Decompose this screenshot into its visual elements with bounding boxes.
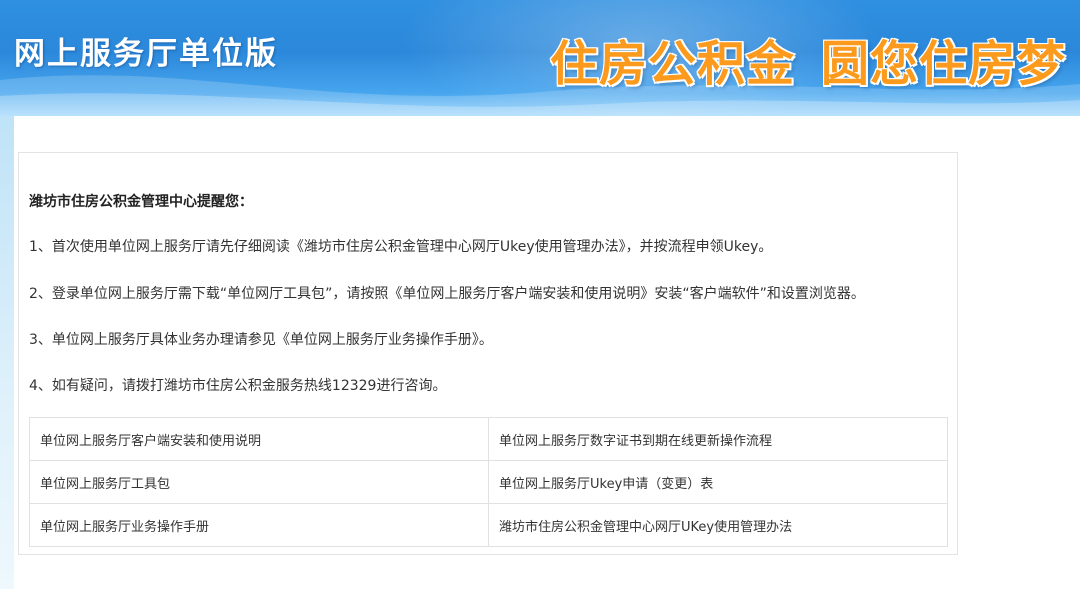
link-operation-manual[interactable]: 单位网上服务厅业务操作手册 xyxy=(40,520,209,535)
link-cell[interactable]: 单位网上服务厅业务操作手册 xyxy=(29,503,489,547)
notice-item-2: 2、登录单位网上服务厅需下载“单位网厅工具包”，请按照《单位网上服务厅客户端安装… xyxy=(29,286,865,302)
link-cell[interactable]: 单位网上服务厅Ukey申请（变更）表 xyxy=(488,460,948,504)
page-title: 网上服务厅单位版 xyxy=(14,36,278,72)
download-links-table: 单位网上服务厅客户端安装和使用说明 单位网上服务厅数字证书到期在线更新操作流程 … xyxy=(29,417,948,547)
notice-panel: 潍坊市住房公积金管理中心提醒您： 1、首次使用单位网上服务厅请先仔细阅读《潍坊市… xyxy=(18,152,958,555)
slogan-left: 住房公积金 xyxy=(549,35,795,93)
link-cell[interactable]: 潍坊市住房公积金管理中心网厅UKey使用管理办法 xyxy=(488,503,948,547)
notice-heading: 潍坊市住房公积金管理中心提醒您： xyxy=(29,194,253,210)
table-row: 单位网上服务厅客户端安装和使用说明 单位网上服务厅数字证书到期在线更新操作流程 xyxy=(29,417,948,461)
header-banner: 网上服务厅单位版 住房公积金 圆您住房梦 xyxy=(0,0,1080,116)
notice-item-4: 4、如有疑问，请拨打潍坊市住房公积金服务热线12329进行咨询。 xyxy=(29,378,447,394)
notice-item-1: 1、首次使用单位网上服务厅请先仔细阅读《潍坊市住房公积金管理中心网厅Ukey使用… xyxy=(29,239,773,255)
slogan-right: 圆您住房梦 xyxy=(820,35,1066,93)
table-row: 单位网上服务厅业务操作手册 潍坊市住房公积金管理中心网厅UKey使用管理办法 xyxy=(29,503,948,547)
link-ukey-management-rules[interactable]: 潍坊市住房公积金管理中心网厅UKey使用管理办法 xyxy=(499,520,792,535)
left-decor-strip xyxy=(0,116,14,589)
link-toolkit[interactable]: 单位网上服务厅工具包 xyxy=(40,477,170,492)
link-cell[interactable]: 单位网上服务厅数字证书到期在线更新操作流程 xyxy=(488,417,948,461)
notice-item-3: 3、单位网上服务厅具体业务办理请参见《单位网上服务厅业务操作手册》。 xyxy=(29,332,493,348)
link-cell[interactable]: 单位网上服务厅客户端安装和使用说明 xyxy=(29,417,489,461)
table-row: 单位网上服务厅工具包 单位网上服务厅Ukey申请（变更）表 xyxy=(29,460,948,504)
link-client-install-guide[interactable]: 单位网上服务厅客户端安装和使用说明 xyxy=(40,434,261,449)
link-certificate-renewal[interactable]: 单位网上服务厅数字证书到期在线更新操作流程 xyxy=(499,434,772,449)
link-ukey-application-form[interactable]: 单位网上服务厅Ukey申请（变更）表 xyxy=(499,477,713,492)
slogan: 住房公积金 圆您住房梦 xyxy=(549,24,1066,94)
link-cell[interactable]: 单位网上服务厅工具包 xyxy=(29,460,489,504)
